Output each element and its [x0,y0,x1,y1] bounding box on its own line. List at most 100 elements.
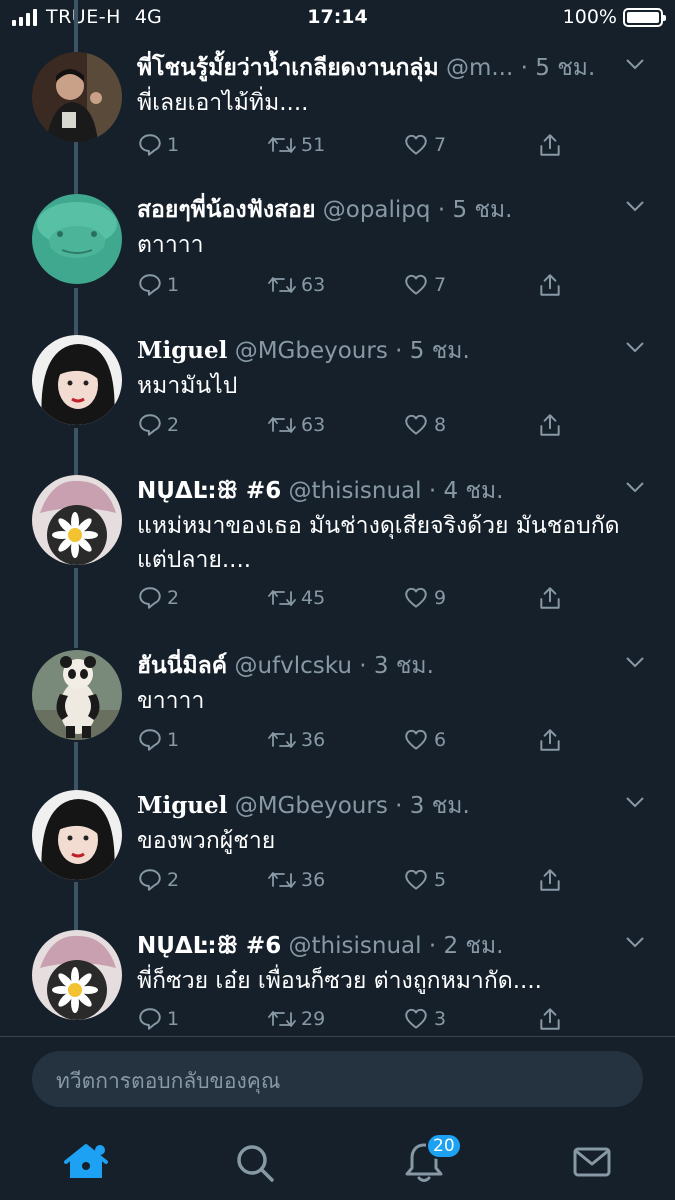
separator: · [428,933,444,959]
reply-icon [139,729,161,751]
share-button[interactable] [537,1006,567,1032]
like-button[interactable]: 9 [402,585,446,611]
share-icon [540,587,560,609]
reply-button[interactable]: 1 [137,272,179,298]
share-button[interactable] [537,412,567,438]
home-icon[interactable] [64,1140,108,1184]
retweet-button[interactable]: 63 [267,412,325,438]
retweet-button[interactable]: 29 [267,1006,325,1032]
tweet-actions: 2 45 9 [137,585,675,619]
avatar[interactable] [32,52,122,142]
handle[interactable]: @opalipq [323,197,431,223]
retweet-icon [268,137,296,153]
tweet-actions: 1 36 6 [137,727,675,761]
retweet-icon [268,732,296,748]
reply-button[interactable]: 1 [137,132,179,158]
chevron-down-icon[interactable] [623,52,647,76]
handle[interactable]: @thisisnual [289,478,422,504]
reply-button[interactable]: 1 [137,727,179,753]
share-icon [540,869,560,891]
display-name[interactable]: NŲΔĿ:ꕥ #6 [137,933,281,959]
battery-percent: 100% [562,6,617,28]
heart-icon [405,414,427,435]
share-icon [540,729,560,751]
timestamp: 4 ชม. [443,478,504,504]
chevron-down-icon[interactable] [623,650,647,674]
retweet-button[interactable]: 36 [267,727,325,753]
retweet-count: 51 [301,134,326,156]
share-button[interactable] [537,585,567,611]
chevron-down-icon[interactable] [623,335,647,359]
separator: · [395,338,410,364]
tweet-text: พี่ก็ซวย เอ๋ย เพื่อนก็ซวย ต่างถูกหมากัด.… [137,968,542,994]
reply-button[interactable]: 2 [137,412,179,438]
separator: · [359,653,374,679]
reply-icon [139,134,161,156]
handle[interactable]: @thisisnual [289,933,422,959]
avatar[interactable] [32,930,122,1020]
tweet[interactable]: สอยๆพี่น้องฟังสอย @opalipq · 5 ชม. ตาาาา… [0,192,675,322]
tweet[interactable]: Miguel @MGbeyours · 3 ชม. ของพวกผู้ชาย 2… [0,788,675,918]
display-name[interactable]: สอยๆพี่น้องฟังสอย [137,197,315,223]
handle[interactable]: @MGbeyours [235,338,388,364]
tweet-actions: 1 51 7 [137,132,675,166]
share-button[interactable] [537,727,567,753]
avatar[interactable] [32,475,122,565]
like-button[interactable]: 3 [402,1006,446,1032]
handle[interactable]: @m... [446,55,513,81]
separator: · [520,55,536,81]
chevron-down-icon[interactable] [623,930,647,954]
like-count: 5 [434,869,447,891]
reply-button[interactable]: 1 [137,1006,179,1032]
tweet[interactable]: Miguel @MGbeyours · 5 ชม. หมามันไป 2 63 … [0,333,675,463]
chevron-down-icon[interactable] [623,790,647,814]
retweet-button[interactable]: 51 [267,132,325,158]
retweet-icon [268,872,296,888]
reply-icon [139,274,161,296]
reply-input[interactable]: ทวีตการตอบกลับของคุณ [32,1051,643,1107]
chevron-down-icon[interactable] [623,475,647,499]
heart-icon [405,1008,427,1029]
like-button[interactable]: 5 [402,867,446,893]
tweet[interactable]: NŲΔĿ:ꕥ #6 @thisisnual · 4 ชม. แหม่หมาของ… [0,473,675,633]
like-count: 7 [434,274,447,296]
like-button[interactable]: 8 [402,412,446,438]
share-button[interactable] [537,132,567,158]
avatar[interactable] [32,790,122,880]
handle[interactable]: @MGbeyours [235,793,388,819]
like-button[interactable]: 6 [402,727,446,753]
like-button[interactable]: 7 [402,272,446,298]
messages-mail-icon[interactable] [570,1140,614,1184]
reply-count: 2 [167,587,180,609]
display-name[interactable]: Miguel [137,337,227,364]
like-count: 7 [434,134,447,156]
reply-button[interactable]: 2 [137,867,179,893]
tweet-actions: 1 63 7 [137,272,675,306]
display-name[interactable]: ฮันนี่มิลค์ [137,653,227,679]
separator: · [395,793,410,819]
chevron-down-icon[interactable] [623,194,647,218]
tab-bar [0,1120,675,1200]
handle[interactable]: @ufvlcsku [234,653,352,679]
share-icon [540,414,560,436]
share-button[interactable] [537,272,567,298]
retweet-button[interactable]: 36 [267,867,325,893]
timestamp: 2 ชม. [443,933,504,959]
retweet-button[interactable]: 63 [267,272,325,298]
avatar[interactable] [32,194,122,284]
avatar[interactable] [32,335,122,425]
reply-button[interactable]: 2 [137,585,179,611]
tweet[interactable]: พี่โชนรู้มั้ยว่าน้ำเกลียดงานกลุ่ม @m... … [0,50,675,180]
tweet[interactable]: ฮันนี่มิลค์ @ufvlcsku · 3 ชม. ขาาาา 1 36… [0,648,675,778]
display-name[interactable]: พี่โชนรู้มั้ยว่าน้ำเกลียดงานกลุ่ม [137,55,439,81]
retweet-count: 45 [301,587,326,609]
retweet-button[interactable]: 45 [267,585,325,611]
avatar[interactable] [32,650,122,740]
tweet[interactable]: NŲΔĿ:ꕥ #6 @thisisnual · 2 ชม. พี่ก็ซวย เ… [0,928,675,1036]
display-name[interactable]: Miguel [137,792,227,819]
search-icon[interactable] [232,1140,276,1184]
share-button[interactable] [537,867,567,893]
like-button[interactable]: 7 [402,132,446,158]
display-name[interactable]: NŲΔĿ:ꕥ #6 [137,478,281,504]
reply-icon [139,1008,161,1030]
